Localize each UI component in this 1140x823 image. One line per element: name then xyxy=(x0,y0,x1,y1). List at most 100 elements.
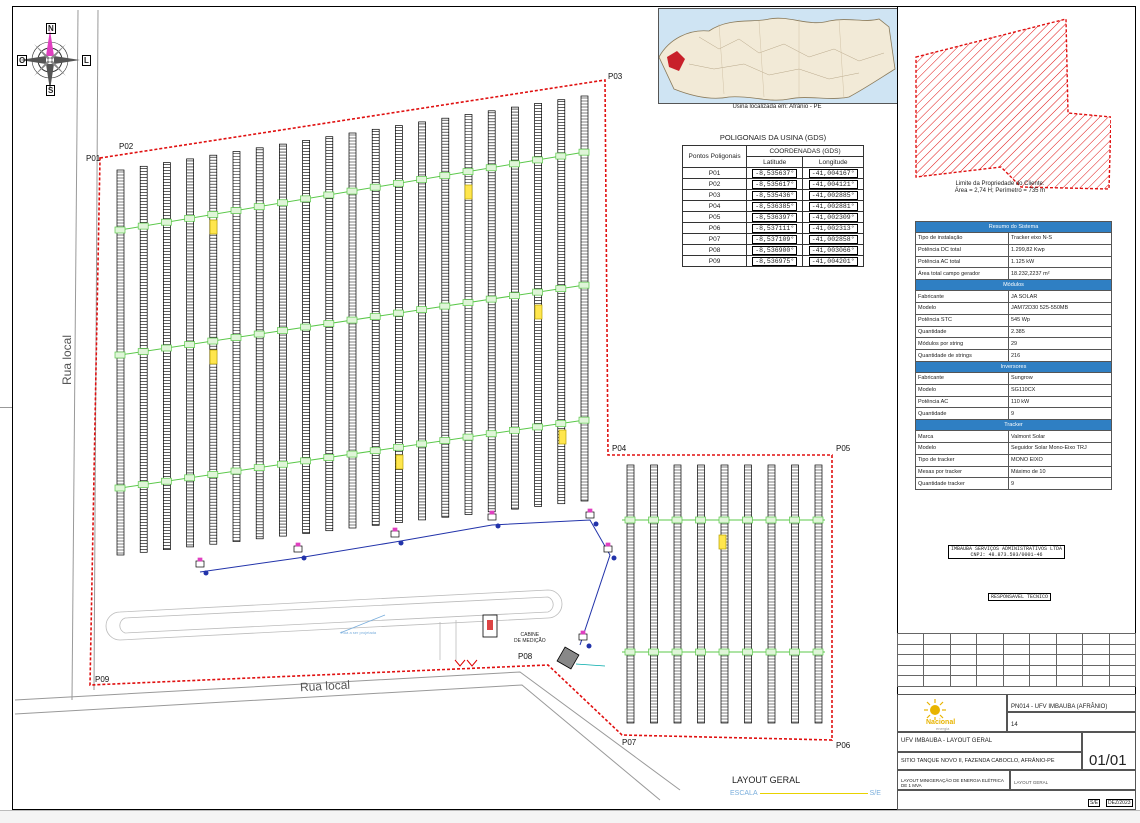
coord-lat: -8,537111° xyxy=(746,222,804,234)
summary-key: Fabricante xyxy=(915,290,1009,303)
col-coords: COORDENADAS (GDS) xyxy=(746,145,864,157)
junction-box xyxy=(462,299,474,306)
junction-box xyxy=(161,477,172,485)
junction-box xyxy=(230,334,242,341)
coord-point: P08 xyxy=(681,244,748,256)
logo-subtext: energia xyxy=(936,726,950,731)
summary-row: Modelo SG110CX xyxy=(915,383,1112,397)
junction-box xyxy=(695,516,706,524)
revision-cell xyxy=(949,633,978,645)
coord-row: P01 -8,535637° -41,004167° xyxy=(681,167,864,179)
section-header: Tracker xyxy=(915,419,1112,432)
summary-row: Tipo de tracker MONO EIXO xyxy=(915,453,1112,467)
tracker-column xyxy=(697,464,705,724)
site-layout-plan xyxy=(14,9,833,801)
tracker-column xyxy=(814,464,823,724)
cabin-label-line2: DE MEDIÇÃO xyxy=(514,638,546,644)
highlight-module xyxy=(395,454,404,470)
tracker-column xyxy=(650,464,658,724)
coord-point: P06 xyxy=(681,222,748,234)
highlight-module xyxy=(209,219,218,235)
coordinates-title: POLIGONAIS DA USINA (GDS) xyxy=(719,133,827,142)
cabin-label: CABINE DE MEDIÇÃO xyxy=(514,632,546,644)
description-cell: LAYOUT MINIGERAÇÃO DE ENERGIA ELÉTRICA D… xyxy=(897,770,1010,790)
junction-box xyxy=(114,484,126,492)
tracker xyxy=(673,464,682,724)
summary-row: Potência STC 545 Wp xyxy=(915,313,1112,327)
summary-key: Tipo de tracker xyxy=(915,453,1009,467)
inverter-node xyxy=(203,570,209,576)
junction-box xyxy=(555,152,567,160)
point-label-p04: P04 xyxy=(612,444,627,453)
summary-key: Quantidade tracker xyxy=(915,477,1009,491)
junction-box xyxy=(624,648,636,656)
revision-cell xyxy=(1029,675,1057,687)
highlight-module xyxy=(558,429,567,445)
revision-cell xyxy=(1108,654,1136,666)
summary-value: MONO EIXO xyxy=(1008,453,1112,467)
junction-box xyxy=(416,176,427,183)
inverter-node xyxy=(611,555,617,561)
revision-cell xyxy=(1108,664,1136,676)
tracker-column xyxy=(791,464,799,724)
junction-box xyxy=(624,516,636,524)
revision-cell xyxy=(896,643,925,655)
junction-box xyxy=(369,183,381,191)
junction-box xyxy=(184,474,195,482)
inverter-box xyxy=(487,513,497,521)
junction-box xyxy=(230,467,242,475)
summary-value: Valmont Solar xyxy=(1008,430,1112,443)
revision-cell xyxy=(1002,643,1031,655)
lon-value: -41,003066° xyxy=(808,245,858,255)
summary-value: Sungrow xyxy=(1008,371,1112,385)
junction-box xyxy=(509,160,520,168)
revision-cell xyxy=(923,664,951,676)
junction-box xyxy=(393,179,404,187)
tracker xyxy=(697,464,705,724)
project-code: PN014 - UFV IMBAUBA (AFRÂNIO) xyxy=(1011,704,1108,710)
summary-row: Modelo JAM72D30 525-550MB xyxy=(915,301,1112,315)
summary-key: Potência AC xyxy=(915,395,1009,409)
point-label-p02: P02 xyxy=(119,142,134,151)
lon-value: -41,002885° xyxy=(808,190,858,200)
summary-row: Tipo de instalação Tracker eixo N-S xyxy=(915,232,1112,245)
highlight-module xyxy=(209,349,218,365)
junction-box xyxy=(555,285,567,292)
junction-box xyxy=(789,648,800,656)
junction-box xyxy=(812,516,824,524)
sun-logo-icon xyxy=(924,699,946,720)
junction-box xyxy=(439,302,451,310)
revision-cell xyxy=(1002,633,1031,645)
lat-value: -8,536900° xyxy=(752,245,798,255)
inverter-marker xyxy=(580,630,586,635)
scale-value: S/E xyxy=(869,790,881,797)
revision-cell xyxy=(923,633,951,645)
junction-box xyxy=(114,226,126,234)
summary-row: Quantidade 2.385 xyxy=(915,325,1112,339)
revision-cell xyxy=(923,654,951,666)
drawing-title: UFV IMBAUBA - LAYOUT GERAL xyxy=(901,738,993,744)
inverter-box xyxy=(195,560,205,568)
junction-box xyxy=(114,351,126,359)
road-label-horizontal: Rua local xyxy=(299,677,351,695)
junction-box xyxy=(323,454,335,461)
section-header: Módulos xyxy=(915,279,1112,292)
tracker xyxy=(511,106,519,510)
coord-lon: -41,002885° xyxy=(802,189,864,201)
tracker xyxy=(767,464,776,724)
junction-box xyxy=(509,426,520,434)
junction-box xyxy=(184,341,195,348)
summary-value: JAM72D30 525-550MB xyxy=(1008,301,1112,315)
junction-box xyxy=(253,464,265,471)
module-grid xyxy=(581,97,588,501)
drawing-type-cell: LAYOUT GERAL xyxy=(1010,770,1136,790)
lat-value: -8,535436° xyxy=(752,190,798,200)
summary-value: 1.299,82 Kwp xyxy=(1008,243,1112,257)
junction-box xyxy=(532,288,543,296)
summary-row: Quantidade de strings 216 xyxy=(915,349,1112,362)
inverter-station xyxy=(195,557,209,576)
compass-south: S xyxy=(46,85,56,96)
lat-value: -8,535617° xyxy=(752,179,798,189)
revision-cell xyxy=(1055,675,1084,687)
inverter-marker xyxy=(489,510,495,515)
